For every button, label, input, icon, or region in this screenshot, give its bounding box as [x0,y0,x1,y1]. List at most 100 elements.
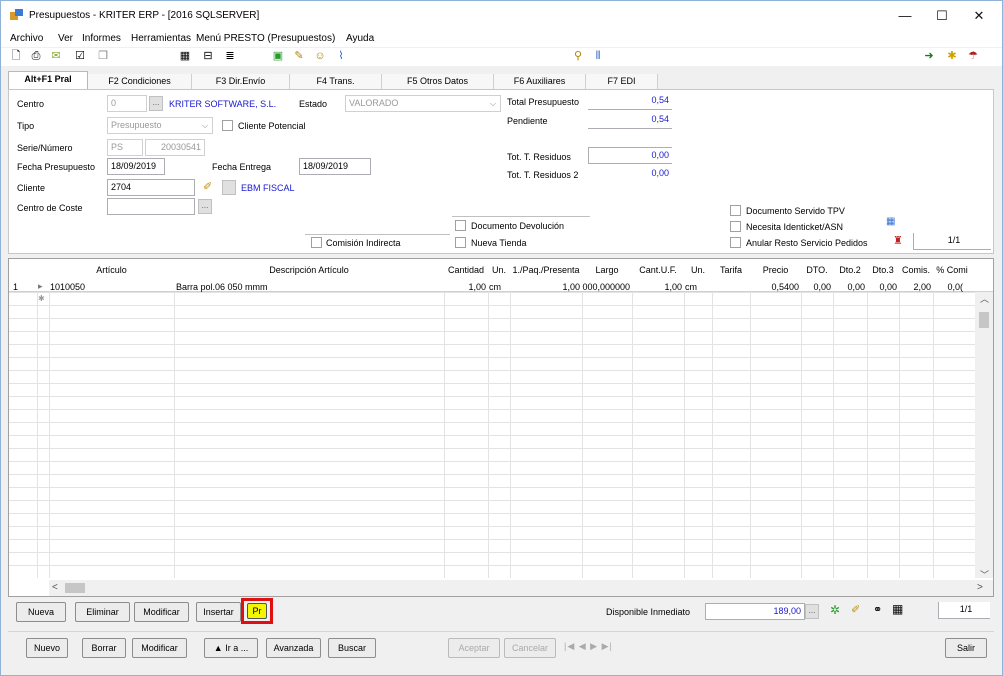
horizontal-scrollbar[interactable]: < > [49,580,993,596]
tipo-label: Tipo [17,121,35,131]
attachment-icon[interactable]: ⌇ [334,50,348,63]
numero-input[interactable]: 20030541 [145,139,205,156]
cliente-input[interactable]: 2704 [107,179,195,196]
cell-paq[interactable]: 1,00 [510,282,580,292]
export-icon[interactable]: ☑ [73,50,87,63]
notes-icon[interactable]: ✎ [292,50,306,63]
cell-cant-uf[interactable]: 1,00 [632,282,682,292]
avanzada-button[interactable]: Avanzada [266,638,321,658]
print-icon[interactable]: ⎙ [29,50,43,63]
cell-articulo[interactable]: 1010050 [50,282,85,292]
pr-button[interactable]: Pr [247,603,267,619]
necesita-identicket-checkbox[interactable] [730,221,741,232]
binoculars-icon[interactable]: ⚭ [873,603,882,616]
tab-principal[interactable]: Alt+F1 Pral [8,71,88,90]
cancelar-button[interactable]: Cancelar [504,638,556,658]
insertar-line-button[interactable]: Insertar [196,602,241,622]
aceptar-button[interactable]: Aceptar [448,638,500,658]
doc-servido-tpv-checkbox[interactable] [730,205,741,216]
modificar-line-button[interactable]: Modificar [134,602,189,622]
email-icon[interactable]: ✉ [49,50,63,63]
menu-archivo[interactable]: Archivo [10,33,43,44]
cell-un[interactable]: cm [489,282,501,292]
tab-edi[interactable]: F7 EDI [586,74,658,89]
tab-otros-datos[interactable]: F5 Otros Datos [382,74,494,89]
fecha-entrega-input[interactable]: 18/09/2019 [299,158,371,175]
buscar-button[interactable]: Buscar [328,638,376,658]
centro-coste-lookup-button[interactable]: ... [198,199,212,214]
tab-condiciones[interactable]: F2 Condiciones [88,74,192,89]
preview-icon[interactable]: 🗋 [9,50,23,63]
menu-ver[interactable]: Ver [58,33,73,44]
barcode-icon[interactable]: ⫴ [591,50,605,63]
tipo-select[interactable]: Presupuesto [107,117,213,134]
salir-button[interactable]: Salir [945,638,987,658]
cell-descripcion[interactable]: Barra pol.06 050 mmm [176,282,268,292]
vertical-scrollbar[interactable]: ︿ ﹀ [975,292,993,580]
estado-select[interactable]: VALORADO [345,95,501,112]
scroll-thumb[interactable] [65,583,85,593]
nueva-tienda-label: Nueva Tienda [471,238,527,248]
chart-icon[interactable]: ▣ [271,50,285,63]
cell-un2[interactable]: cm [685,282,697,292]
copy-icon[interactable]: ❐ [96,50,110,63]
nueva-line-button[interactable]: Nueva [16,602,66,622]
contacts-icon[interactable]: ☺ [313,50,327,63]
help-icon[interactable]: ☂ [966,50,980,63]
pencil-icon[interactable]: ✐ [851,603,860,616]
fecha-presupuesto-input[interactable]: 18/09/2019 [107,158,165,175]
menu-informes[interactable]: Informes [82,33,121,44]
cell-comis[interactable]: 2,00 [899,282,931,292]
calculator-icon[interactable]: ▦ [178,50,192,63]
list-icon[interactable]: ≣ [223,50,237,63]
menu-ayuda[interactable]: Ayuda [346,33,374,44]
col-tarifa[interactable]: Tarifa [712,259,750,292]
centro-coste-input[interactable] [107,198,195,215]
anular-resto-checkbox[interactable] [730,237,741,248]
ir-a-button[interactable]: ▲ Ir a ... [204,638,258,658]
modificar-button[interactable]: Modificar [132,638,187,658]
borrar-button[interactable]: Borrar [82,638,126,658]
cell-pcomi[interactable]: 0,0( [933,282,963,292]
exit-icon[interactable]: ➜ [922,50,936,63]
scroll-left-icon[interactable]: < [52,582,58,593]
tab-transporte[interactable]: F4 Trans. [290,74,382,89]
menu-herramientas[interactable]: Herramientas [131,33,191,44]
scroll-right-icon[interactable]: > [977,582,983,593]
menu-presto[interactable]: Menú PRESTO (Presupuestos) [196,33,335,44]
keyboard-icon[interactable]: ▦ [886,216,895,227]
chart-icon[interactable]: ✲ [830,603,840,617]
scroll-up-icon[interactable]: ︿ [980,292,989,305]
cell-dto2[interactable]: 0,00 [833,282,865,292]
cell-dto3[interactable]: 0,00 [867,282,897,292]
disponible-lookup-button[interactable]: ... [805,604,819,619]
money-bag-icon[interactable]: ♜ [893,234,903,247]
cell-largo[interactable]: 000,000000 [582,282,630,292]
centro-coste-label: Centro de Coste [17,203,83,213]
serie-input[interactable]: PS [107,139,143,156]
nuevo-button[interactable]: Nuevo [26,638,68,658]
centro-input[interactable]: 0 [107,95,147,112]
scroll-thumb[interactable] [979,312,989,328]
cliente-lookup-button[interactable] [222,180,236,195]
record-navigator-icon[interactable]: |◀ ◀ ▶ ▶| [564,641,613,652]
tab-dir-envio[interactable]: F3 Dir.Envío [192,74,290,89]
tip-icon[interactable]: ✱ [945,50,959,63]
necesita-identicket-label: Necesita Identicket/ASN [746,222,844,232]
eliminar-line-button[interactable]: Eliminar [75,602,130,622]
cell-precio[interactable]: 0,5400 [750,282,799,292]
nueva-tienda-checkbox[interactable] [455,237,466,248]
new-row-icon: ✱ [38,294,45,303]
tab-auxiliares[interactable]: F6 Auxiliares [494,74,586,89]
cliente-potencial-checkbox[interactable] [222,120,233,131]
close-button[interactable]: ✕ [957,3,1001,29]
clip-icon[interactable]: ⚲ [571,50,585,63]
tree-icon[interactable]: ⊟ [201,50,215,63]
centro-lookup-button[interactable]: ... [149,96,163,111]
pencil-icon[interactable]: ✐ [203,180,212,193]
comision-indirecta-checkbox[interactable] [311,237,322,248]
cell-dto[interactable]: 0,00 [801,282,831,292]
cell-cantidad[interactable]: 1,00 [444,282,486,292]
doc-devolucion-checkbox[interactable] [455,220,466,231]
grid-view-icon[interactable]: ▦ [892,602,903,616]
